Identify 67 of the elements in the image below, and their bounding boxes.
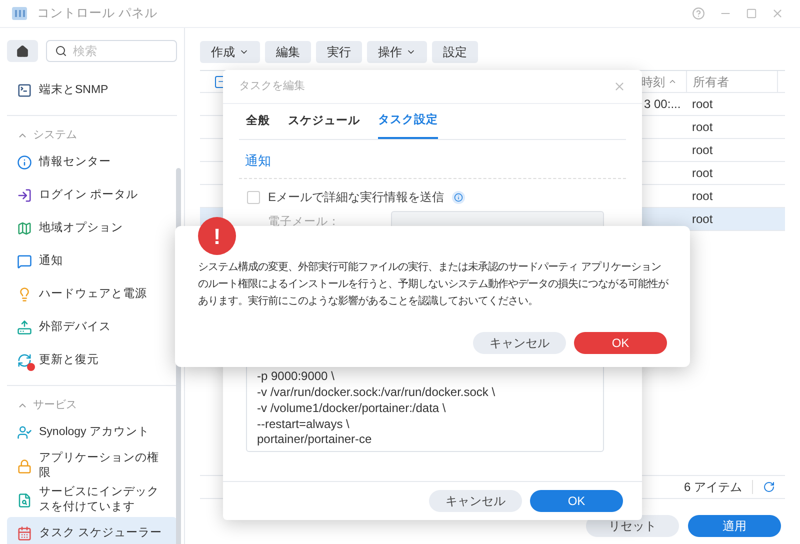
sidebar-item[interactable]: Synology アカウント (7, 416, 177, 449)
sidebar-item[interactable]: 外部デバイス (7, 311, 177, 344)
toolbar-button[interactable]: 設定 (432, 41, 478, 63)
toolbar-button[interactable]: 作成 (200, 41, 260, 63)
info-icon[interactable] (452, 190, 466, 204)
sidebar-item[interactable]: 地域オプション (7, 212, 177, 245)
checkbox-label: Eメールで詳細な実行情報を送信 (268, 189, 444, 206)
toolbar-button[interactable]: 操作 (367, 41, 427, 63)
maximize-icon[interactable] (746, 8, 757, 19)
email-checkbox[interactable] (247, 190, 260, 204)
search-field[interactable]: 検索 (46, 40, 177, 62)
sort-icon (668, 77, 677, 86)
update-icon (17, 353, 32, 368)
table-cell: 3 00:... (644, 97, 681, 111)
window-title: コントロール パネル (37, 5, 158, 22)
sidebar-item[interactable]: 更新と復元 (7, 344, 177, 377)
close-icon[interactable] (613, 80, 626, 93)
sidebar-item[interactable]: ハードウェアと電源 (7, 278, 177, 311)
apply-button[interactable]: 適用 (688, 515, 781, 537)
user-icon (17, 425, 32, 440)
search-input[interactable]: 検索 (73, 42, 163, 60)
bulb-icon (17, 287, 32, 302)
search-icon (55, 45, 67, 57)
alert-message: システム構成の変更、外部実行可能ファイルの実行、または未承認のサードパーティ アプリケーションのルート権限によるインストールを行うと、予期しないシステム動作やデータの損失につながる可能性があります。実行前にこのような影響があることを認識しておいてください。 (198, 260, 670, 309)
ok-button[interactable]: OK (530, 490, 623, 512)
refresh-icon[interactable] (763, 481, 775, 493)
help-icon[interactable] (692, 7, 705, 20)
sidebar-item[interactable]: サービスにインデックスを付けています (7, 483, 177, 517)
sidebar-item[interactable]: タスク スケジューラー (7, 517, 177, 544)
home-icon (16, 44, 29, 58)
cancel-button[interactable]: キャンセル (473, 332, 566, 354)
sidebar-item[interactable]: 情報センター (7, 146, 177, 179)
sidebar-item[interactable]: 通知 (7, 245, 177, 278)
sidebar-item[interactable]: ログイン ポータル (7, 179, 177, 212)
device-icon (17, 320, 32, 335)
app-icon (12, 6, 27, 21)
table-cell: root (692, 189, 713, 203)
toolbar-button[interactable]: 編集 (265, 41, 311, 63)
home-button[interactable] (7, 40, 38, 62)
info-icon (17, 155, 32, 170)
tab[interactable]: 全般 (246, 104, 270, 139)
tab[interactable]: スケジュール (288, 104, 360, 139)
table-cell: root (692, 143, 713, 157)
warning-icon: ! (198, 217, 236, 255)
cancel-button[interactable]: キャンセル (429, 490, 522, 512)
ok-button[interactable]: OK (574, 332, 667, 354)
tab[interactable]: タスク設定 (378, 104, 438, 139)
dialog-title: タスクを編集 (239, 79, 305, 94)
terminal-icon (17, 83, 32, 98)
field-label: 電子メール： (267, 214, 341, 230)
table-cell: root (692, 97, 713, 111)
message-icon (17, 254, 32, 269)
calendar-icon (17, 526, 32, 541)
section-title: 通知 (245, 153, 271, 168)
lock-icon (17, 458, 32, 474)
table-cell: root (692, 166, 713, 180)
sidebar-item[interactable]: 端末とSNMP (7, 74, 177, 107)
sidebar-item[interactable]: アプリケーションの権限 (7, 449, 177, 483)
map-icon (17, 221, 32, 236)
item-count: 6 アイテム (684, 479, 742, 496)
toolbar-button[interactable]: 実行 (316, 41, 362, 63)
document-search-icon (17, 492, 32, 508)
table-cell: root (692, 212, 713, 226)
table-cell: root (692, 120, 713, 134)
portal-icon (17, 188, 32, 203)
close-icon[interactable] (771, 7, 784, 20)
column-header[interactable]: 所有者 (686, 71, 777, 92)
